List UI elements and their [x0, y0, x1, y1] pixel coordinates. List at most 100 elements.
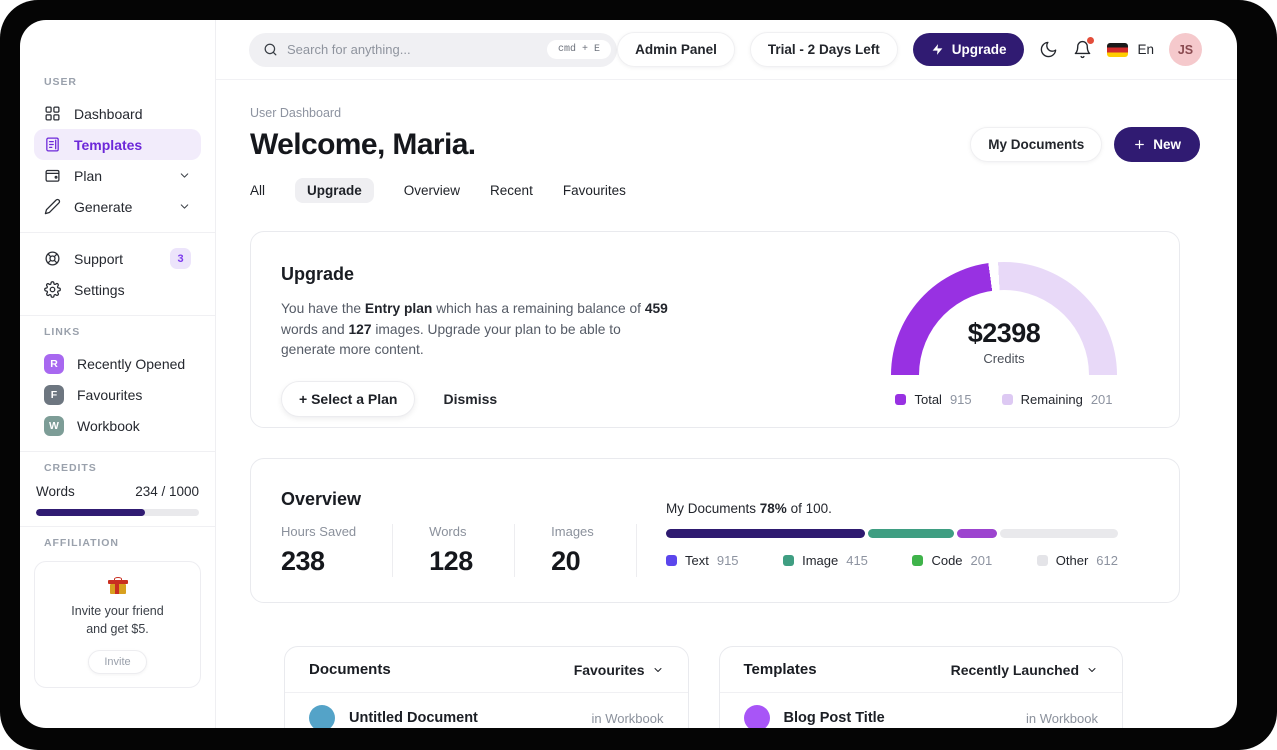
tab-all[interactable]: All	[250, 183, 265, 198]
lifebuoy-icon	[45, 251, 60, 266]
template-location: in Workbook	[1025, 710, 1098, 726]
sidebar-section-affiliation: AFFILIATION	[44, 537, 119, 549]
sidebar-item-label: Templates	[74, 136, 143, 153]
dark-mode-toggle[interactable]	[1039, 40, 1058, 59]
tab-upgrade[interactable]: Upgrade	[295, 178, 374, 203]
gauge-legend: Total 915 Remaining 201	[891, 392, 1117, 407]
tab-bar: All Upgrade Overview Recent Favourites	[250, 178, 1200, 203]
sidebar-item-settings[interactable]: Settings	[34, 274, 201, 305]
wallet-icon	[45, 169, 60, 182]
moon-icon	[1041, 41, 1057, 58]
legend-text: Text 915	[666, 553, 739, 568]
gear-icon	[44, 281, 61, 298]
sidebar-item-label: Favourites	[77, 386, 143, 403]
chevron-down-icon	[180, 173, 189, 178]
search-input[interactable]: Search for anything... cmd + E	[249, 32, 617, 67]
template-avatar	[743, 705, 770, 728]
select-plan-button[interactable]: + Select a Plan	[281, 381, 416, 418]
documents-stacked-bar	[666, 529, 1118, 538]
lightning-icon	[932, 44, 943, 55]
affiliation-text-line2: and get $5.	[86, 622, 149, 637]
documents-filter-dropdown[interactable]: Favourites	[574, 662, 664, 678]
document-row[interactable]: Untitled Document in Workbook	[285, 693, 688, 728]
new-button[interactable]: New	[1114, 127, 1200, 162]
affiliation-card: Invite your friend and get $5. Invite	[34, 561, 201, 689]
search-placeholder: Search for anything...	[287, 42, 411, 57]
documents-panel: Documents Favourites Untitled Document i…	[284, 646, 689, 728]
sidebar-item-label: Support	[74, 250, 124, 267]
tab-overview[interactable]: Overview	[404, 183, 460, 198]
page-title: Welcome, Maria.	[250, 127, 476, 161]
upgrade-button-label: Upgrade	[951, 42, 1007, 57]
pencil-icon	[44, 198, 61, 215]
tab-favourites[interactable]: Favourites	[563, 183, 626, 198]
page-content: User Dashboard Welcome, Maria. My Docume…	[216, 80, 1237, 728]
grid-icon	[45, 106, 60, 121]
credits-gauge: $2398 Credits Total 915 Remaining 201	[891, 262, 1117, 407]
sidebar: USER Dashboard Templates Plan Generate S…	[20, 20, 216, 728]
chevron-down-icon	[1088, 667, 1096, 672]
sidebar-divider	[20, 451, 215, 452]
sidebar-item-label: Plan	[74, 167, 103, 184]
credits-progress-fill	[36, 509, 146, 516]
admin-panel-button[interactable]: Admin Panel	[617, 32, 735, 67]
bar-segment-text	[666, 529, 865, 538]
legend-other-swatch	[1036, 555, 1048, 566]
upgrade-button[interactable]: Upgrade	[912, 33, 1025, 66]
sidebar-link-workbook[interactable]: W Workbook	[34, 410, 201, 441]
upgrade-card-body: You have the Entry plan which has a rema…	[281, 301, 668, 358]
documents-bar-legend: Text 915 Image 415 Code 201 Other 612	[666, 553, 1118, 568]
sidebar-item-support[interactable]: Support 3	[34, 243, 201, 274]
sidebar-divider	[20, 315, 215, 316]
support-badge: 3	[170, 248, 191, 269]
overview-card: Overview Hours Saved 238 Words 128 Image…	[250, 458, 1180, 603]
sidebar-divider	[20, 232, 215, 233]
gauge-amount: $2398	[967, 318, 1041, 348]
sidebar-item-label: Recently Opened	[77, 355, 186, 372]
dismiss-button[interactable]: Dismiss	[443, 391, 497, 407]
templates-filter-dropdown[interactable]: Recently Launched	[951, 662, 1098, 678]
sidebar-section-links: LINKS	[44, 326, 81, 338]
templates-panel-title: Templates	[743, 661, 817, 678]
sidebar-item-generate[interactable]: Generate	[34, 191, 201, 222]
stat-images: Images 20	[551, 524, 638, 577]
sidebar-item-label: Generate	[74, 198, 133, 215]
chevron-down-icon	[180, 204, 189, 209]
legend-other: Other 612	[1036, 553, 1118, 568]
template-row[interactable]: Blog Post Title in Workbook	[720, 693, 1123, 728]
document-name: Untitled Document	[349, 710, 478, 726]
tab-recent[interactable]: Recent	[490, 183, 533, 198]
language-label[interactable]: En	[1137, 42, 1154, 57]
user-avatar[interactable]: JS	[1169, 33, 1202, 66]
invite-button[interactable]: Invite	[88, 650, 147, 675]
breadcrumb: User Dashboard	[250, 106, 342, 120]
sidebar-link-favourites[interactable]: F Favourites	[34, 379, 201, 410]
documents-panel-title: Documents	[309, 661, 391, 678]
app-window: USER Dashboard Templates Plan Generate S…	[20, 20, 1237, 728]
my-documents-button[interactable]: My Documents	[970, 127, 1103, 162]
sidebar-item-dashboard[interactable]: Dashboard	[34, 98, 201, 129]
sidebar-item-plan[interactable]: Plan	[34, 160, 201, 191]
search-shortcut-hint: cmd + E	[546, 40, 611, 59]
documents-progress: My Documents 78% of 100. Text 915 Image 41…	[666, 501, 1118, 568]
affiliation-text-line1: Invite your friend	[71, 604, 164, 618]
notifications-button[interactable]	[1073, 37, 1095, 59]
credits-row: Words 234 / 1000	[34, 484, 201, 499]
topbar: Search for anything... cmd + E Admin Pan…	[216, 20, 1237, 80]
sidebar-item-templates[interactable]: Templates	[34, 129, 201, 160]
legend-image-swatch	[783, 555, 795, 566]
sidebar-link-recently-opened[interactable]: R Recently Opened	[34, 348, 201, 379]
legend-code-swatch	[912, 555, 924, 566]
trial-days-left-button[interactable]: Trial - 2 Days Left	[749, 32, 898, 67]
document-avatar	[309, 705, 335, 728]
search-icon	[264, 43, 277, 56]
template-name: Blog Post Title	[783, 710, 885, 726]
plus-icon	[1135, 140, 1145, 149]
language-flag-germany[interactable]	[1107, 42, 1129, 57]
legend-code: Code 201	[912, 553, 992, 568]
sidebar-item-label: Workbook	[77, 417, 140, 434]
gauge-caption: Credits	[983, 351, 1025, 366]
bar-segment-image	[867, 529, 954, 538]
credits-label: Words	[36, 484, 75, 499]
upgrade-card: Upgrade You have the Entry plan which ha…	[250, 231, 1180, 428]
